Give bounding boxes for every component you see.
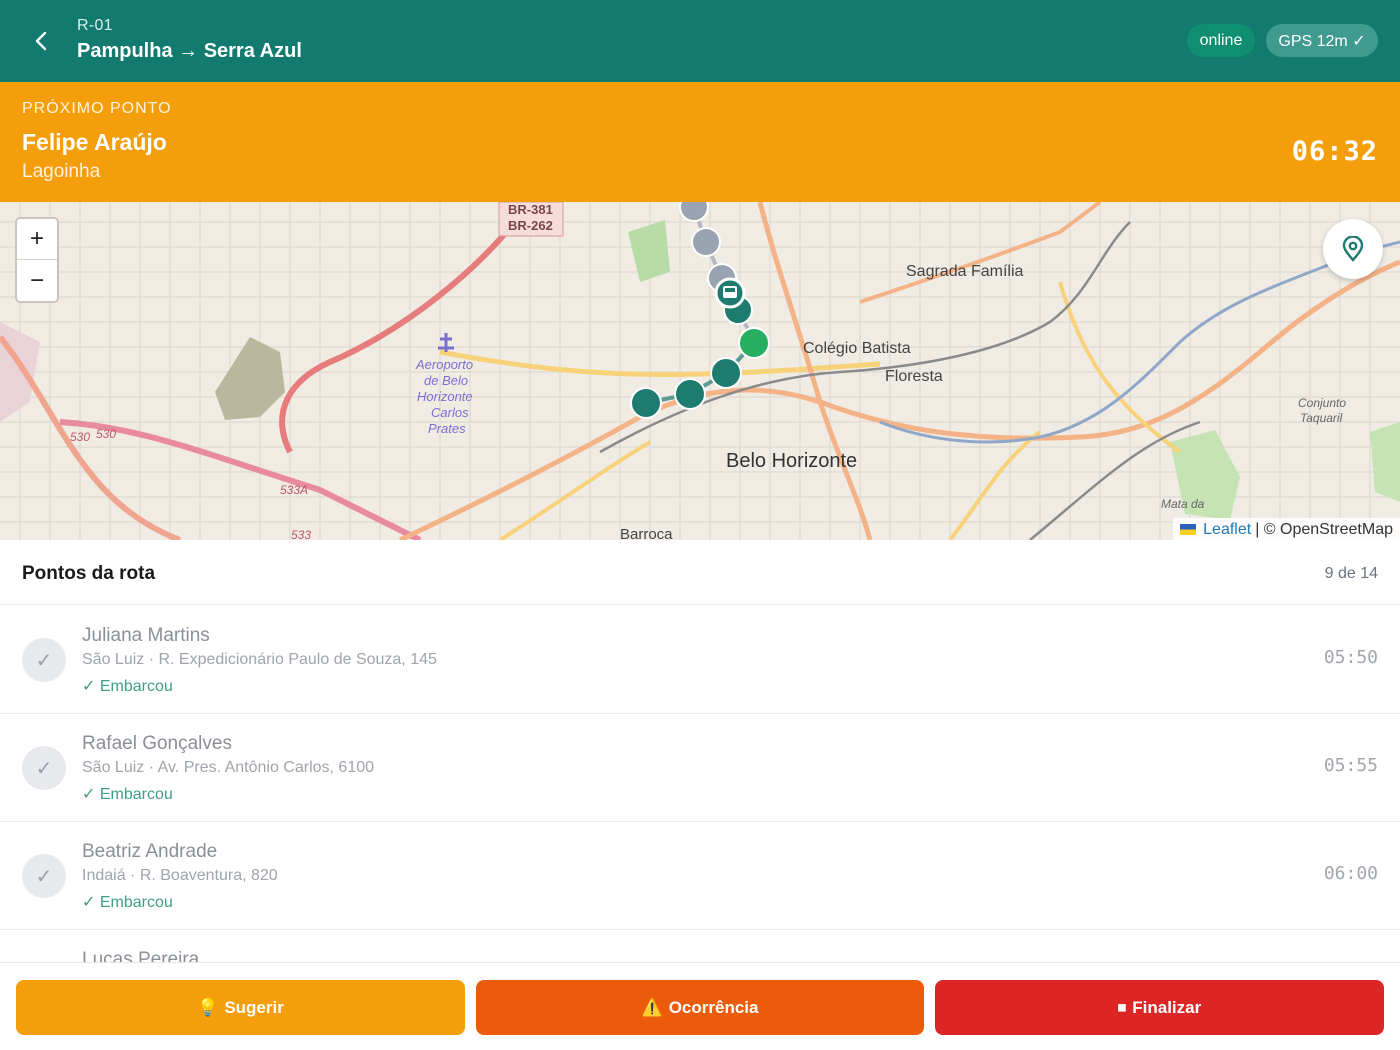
stop-icon: ⏹ <box>1117 997 1127 1017</box>
map-label-airport-5: Prates <box>428 421 466 436</box>
map-label-mata: Mata da <box>1161 497 1205 511</box>
lightbulb-icon: 💡 <box>197 997 219 1017</box>
map-label-road-533a: 533A <box>280 483 308 497</box>
stop-time: 05:55 <box>1323 755 1378 776</box>
route-stops-count: 9 de 14 <box>1324 565 1378 582</box>
finish-button[interactable]: ⏹ Finalizar <box>935 980 1384 1035</box>
chevron-left-icon <box>35 31 47 51</box>
list-item[interactable]: ✓ Beatriz Andrade Indaiá · R. Boaventura… <box>0 822 1400 930</box>
stop-passenger-name: Lucas Pereira <box>82 949 200 962</box>
check-icon: ✓ <box>22 746 66 790</box>
stop-address: Indaiá · R. Boaventura, 820 <box>82 867 278 884</box>
route-stops-list[interactable]: ✓ Juliana Martins São Luiz · R. Expedici… <box>0 606 1400 962</box>
route-stops-title: Pontos da rota <box>22 563 156 584</box>
leaflet-link[interactable]: Leaflet <box>1203 521 1251 539</box>
stop-marker-next[interactable] <box>738 327 770 359</box>
stop-marker-done[interactable] <box>679 202 709 222</box>
check-icon: ✓ <box>22 638 66 682</box>
list-item[interactable]: ✓ Juliana Martins São Luiz · R. Expedici… <box>0 606 1400 714</box>
incident-label: Ocorrência <box>668 997 759 1017</box>
map-label-floresta: Floresta <box>885 368 943 385</box>
map-label-airport-3: Horizonte <box>417 389 473 404</box>
zoom-in-button[interactable]: + <box>17 219 57 260</box>
list-item[interactable]: Lucas Pereira <box>0 930 1400 962</box>
stop-marker-pending[interactable] <box>710 357 742 389</box>
map-label-road-533: 533 <box>291 528 311 540</box>
stop-marker-done[interactable] <box>691 227 721 257</box>
next-stop-name: Felipe Araújo <box>22 129 167 155</box>
stop-marker-pending[interactable] <box>630 387 662 419</box>
location-pin-icon <box>1342 236 1364 262</box>
zoom-control: + − <box>15 217 59 303</box>
zoom-out-button[interactable]: − <box>17 260 57 301</box>
online-status-badge: online <box>1187 24 1255 57</box>
route-stops-header: Pontos da rota 9 de 14 <box>0 544 1400 605</box>
stop-address: São Luiz · R. Expedicionário Paulo de So… <box>82 651 437 668</box>
next-stop-area: Lagoinha <box>22 161 101 182</box>
warning-icon: ⚠️ <box>641 997 663 1017</box>
map-label-airport-2: de Belo <box>424 373 468 388</box>
bus-icon <box>714 277 746 309</box>
map-label-br262: BR-262 <box>508 218 553 233</box>
stop-marker-pending[interactable] <box>674 378 706 410</box>
route-name: Pampulha → Serra Azul <box>77 40 302 62</box>
map-label-airport-1: Aeroporto <box>415 357 473 372</box>
map-label-conjunto: Conjunto <box>1298 396 1346 410</box>
next-stop-label: PRÓXIMO PONTO <box>22 100 172 117</box>
locate-button[interactable] <box>1323 219 1383 279</box>
map-label-taquaril: Taquaril <box>1300 411 1343 425</box>
map-label-sagrada: Sagrada Família <box>906 263 1023 280</box>
stop-status: ✓ Embarcou <box>82 894 173 911</box>
stop-time: 06:00 <box>1323 863 1378 884</box>
app: R-01 Pampulha → Serra Azul online GPS 12… <box>0 0 1400 1050</box>
stop-address: São Luiz · Av. Pres. Antônio Carlos, 610… <box>82 759 375 776</box>
next-stop-time: 06:32 <box>1291 136 1378 167</box>
map-label-colegio: Colégio Batista <box>803 340 911 357</box>
stop-passenger-name: Juliana Martins <box>82 625 210 646</box>
top-bar: R-01 Pampulha → Serra Azul online GPS 12… <box>0 0 1400 82</box>
route-map[interactable]: BR-381 BR-262 Aeroporto de Belo Horizont… <box>0 202 1400 540</box>
stop-time: 05:50 <box>1323 647 1378 668</box>
finish-label: Finalizar <box>1132 997 1202 1017</box>
suggest-button[interactable]: 💡 Sugerir <box>16 980 465 1035</box>
back-button[interactable] <box>22 22 60 60</box>
stop-passenger-name: Beatriz Andrade <box>82 841 218 862</box>
stop-status: ✓ Embarcou <box>82 678 173 695</box>
map-label-br381: BR-381 <box>508 202 553 217</box>
flag-icon <box>1180 524 1197 535</box>
incident-button[interactable]: ⚠️ Ocorrência <box>476 980 924 1035</box>
route-code: R-01 <box>77 17 113 34</box>
map-label-city: Belo Horizonte <box>726 450 857 472</box>
list-item[interactable]: ✓ Rafael Gonçalves São Luiz · Av. Pres. … <box>0 714 1400 822</box>
map-label-road-530: 530 <box>70 430 90 444</box>
stop-status: ✓ Embarcou <box>82 786 173 803</box>
next-stop-banner: PRÓXIMO PONTO Felipe Araújo Lagoinha 06:… <box>0 82 1400 202</box>
suggest-label: Sugerir <box>224 997 284 1017</box>
gps-status-badge: GPS 12m ✓ <box>1266 24 1378 57</box>
stop-passenger-name: Rafael Gonçalves <box>82 733 232 754</box>
action-bar: 💡 Sugerir ⚠️ Ocorrência ⏹ Finalizar <box>0 962 1400 1050</box>
map-label-barroca: Barroca <box>620 526 673 540</box>
attribution-text: | © OpenStreetMap <box>1255 520 1393 538</box>
map-attribution: Leaflet | © OpenStreetMap <box>1173 518 1400 540</box>
map-label-road-530b: 530 <box>96 427 116 441</box>
map-tiles: BR-381 BR-262 Aeroporto de Belo Horizont… <box>0 202 1400 540</box>
check-icon: ✓ <box>22 854 66 898</box>
map-label-airport-4: Carlos <box>431 405 469 420</box>
